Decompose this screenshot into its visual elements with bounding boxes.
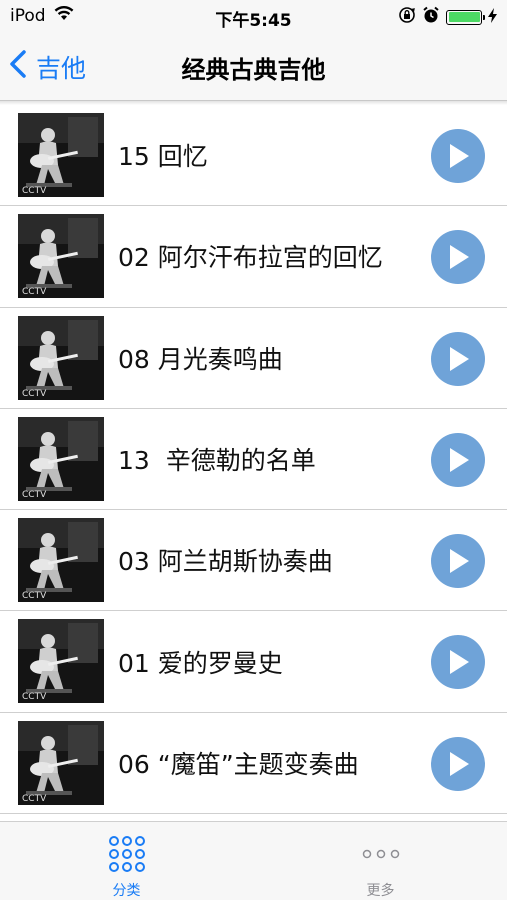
track-row[interactable]: CCTV 02 阿尔汗布拉宫的回忆: [0, 206, 507, 308]
svg-text:CCTV: CCTV: [22, 490, 47, 500]
app-screen: iPod 下午5:45 吉他 经典古典吉他 CCTV 15 回忆 CCTV 02…: [0, 0, 507, 900]
track-title: 08 月光奏鸣曲: [118, 344, 283, 374]
guitarist-photo-thumbnail: CCTV: [18, 518, 104, 603]
play-icon: [450, 144, 469, 168]
tab-category-label: 分类: [112, 883, 141, 899]
guitarist-photo-thumbnail: CCTV: [18, 113, 104, 197]
guitarist-photo-thumbnail: CCTV: [18, 416, 104, 501]
track-title: 02 阿尔汗布拉宫的回忆: [118, 243, 383, 273]
play-button[interactable]: [431, 230, 485, 285]
play-button[interactable]: [431, 432, 485, 487]
navigation-bar: 吉他 经典古典吉他: [0, 34, 507, 101]
guitarist-photo-thumbnail: CCTV: [18, 214, 104, 299]
play-icon: [450, 751, 469, 776]
alarm-icon: [422, 6, 440, 28]
play-button[interactable]: [431, 736, 485, 791]
grid-dots-icon: [108, 834, 146, 874]
play-button[interactable]: [431, 635, 485, 690]
tab-more[interactable]: 更多: [254, 822, 507, 900]
status-right: [398, 6, 497, 28]
play-icon: [450, 346, 469, 371]
svg-text:CCTV: CCTV: [22, 186, 47, 196]
battery-level: [448, 12, 480, 22]
svg-text:CCTV: CCTV: [22, 591, 47, 601]
svg-text:CCTV: CCTV: [22, 692, 47, 702]
track-row[interactable]: CCTV 15 回忆: [0, 105, 507, 207]
play-button[interactable]: [431, 534, 485, 589]
battery-icon: [446, 9, 485, 25]
guitarist-photo-thumbnail: CCTV: [18, 720, 104, 805]
track-list[interactable]: CCTV 15 回忆 CCTV 02 阿尔汗布拉宫的回忆 CCTV 08 月光奏鸣曲 CCT…: [0, 105, 507, 821]
guitarist-photo-thumbnail: CCTV: [18, 619, 104, 704]
play-icon: [450, 447, 469, 472]
svg-text:CCTV: CCTV: [22, 794, 47, 804]
track-row[interactable]: CCTV 03 阿兰胡斯协奏曲: [0, 510, 507, 612]
track-title: 03 阿兰胡斯协奏曲: [118, 547, 333, 577]
play-button[interactable]: [431, 331, 485, 386]
charging-bolt-icon: [488, 7, 497, 27]
guitarist-photo-thumbnail: CCTV: [18, 315, 104, 400]
play-button[interactable]: [431, 129, 485, 183]
svg-text:CCTV: CCTV: [22, 389, 47, 399]
page-title: 经典古典吉他: [0, 34, 507, 100]
tab-bar: 分类 更多: [0, 821, 507, 900]
tab-category[interactable]: 分类: [0, 822, 253, 900]
track-title: 15 回忆: [118, 142, 208, 172]
play-icon: [450, 245, 469, 270]
more-dots-icon: [361, 834, 401, 874]
track-title: 06 “魔笛”主题变奏曲: [118, 749, 359, 779]
page-title-text: 经典古典吉他: [181, 55, 326, 84]
play-icon: [450, 650, 469, 675]
play-icon: [450, 549, 469, 574]
track-row[interactable]: CCTV 01 爱的罗曼史: [0, 611, 507, 713]
track-row[interactable]: CCTV 13 辛德勒的名单: [0, 409, 507, 511]
tab-more-label: 更多: [366, 883, 395, 899]
svg-text:CCTV: CCTV: [22, 287, 47, 297]
track-row[interactable]: CCTV 06 “魔笛”主题变奏曲: [0, 713, 507, 815]
track-title: 01 爱的罗曼史: [118, 648, 283, 678]
track-title: 13 辛德勒的名单: [118, 446, 316, 476]
rotation-lock-icon: [398, 6, 416, 28]
status-bar: iPod 下午5:45: [0, 0, 507, 34]
track-row[interactable]: CCTV 08 月光奏鸣曲: [0, 308, 507, 409]
